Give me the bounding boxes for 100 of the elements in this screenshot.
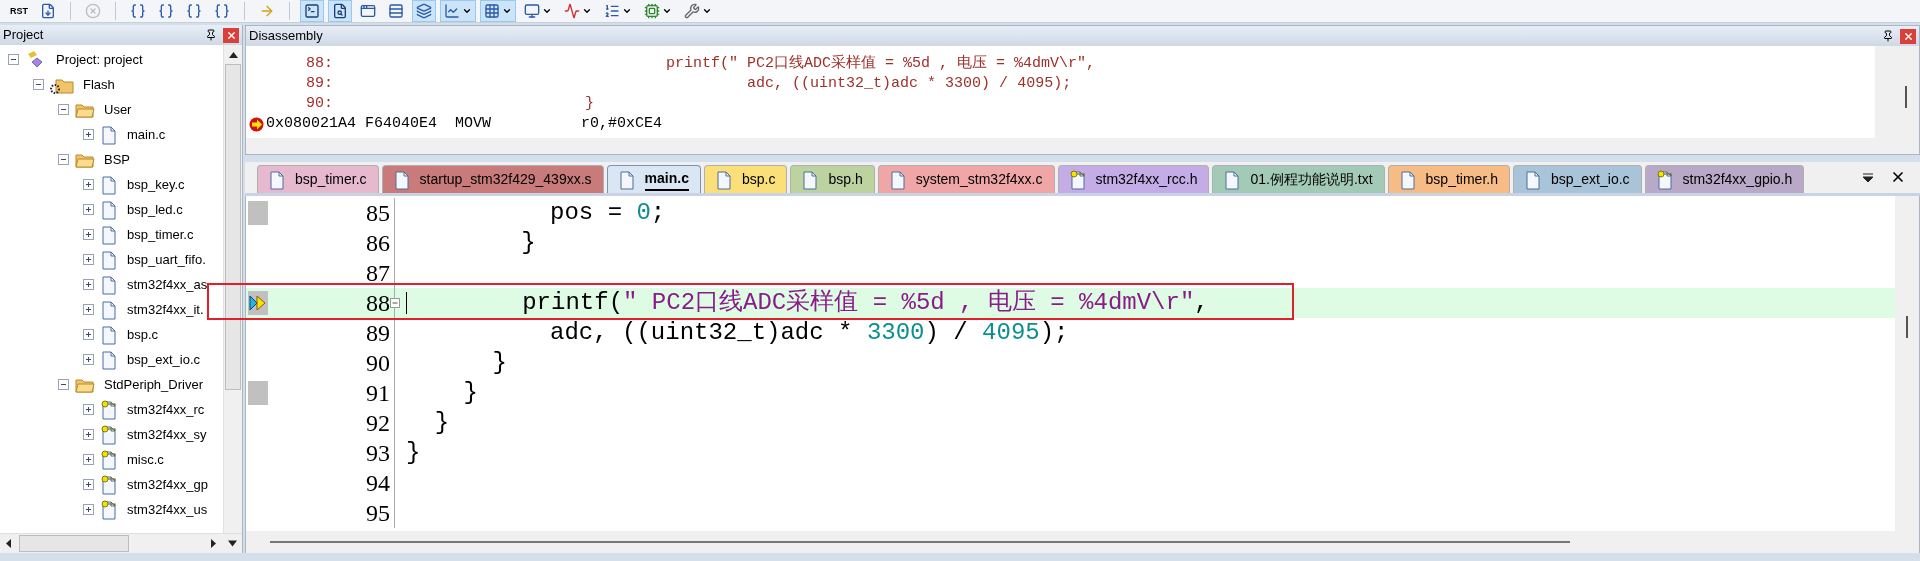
close-button[interactable] bbox=[223, 27, 239, 43]
expand-icon[interactable] bbox=[83, 179, 94, 190]
file-tab[interactable]: stm32f4xx_rcc.h bbox=[1057, 165, 1210, 193]
tree-item[interactable]: BSP bbox=[104, 149, 130, 170]
collapse-icon[interactable] bbox=[58, 379, 69, 390]
tree-item[interactable]: stm32f4xx_gp bbox=[127, 474, 208, 495]
tab-list-dropdown-icon[interactable] bbox=[1862, 173, 1874, 183]
collapse-icon[interactable] bbox=[58, 104, 69, 115]
tree-item[interactable]: Flash bbox=[83, 74, 115, 95]
source-line: adc, ((uint32_t)adc * 3300) / 4095); bbox=[746, 74, 1072, 94]
tree-item[interactable]: stm32f4xx_us bbox=[127, 499, 208, 520]
expand-icon[interactable] bbox=[83, 454, 94, 465]
close-button[interactable] bbox=[1900, 28, 1916, 44]
toolbar-button[interactable] bbox=[412, 0, 436, 22]
caret-icon bbox=[542, 6, 552, 16]
expand-icon[interactable] bbox=[83, 329, 94, 340]
tree-item[interactable]: bsp_ext_io.c bbox=[127, 349, 200, 370]
line-number: 95 bbox=[365, 499, 390, 528]
caret-icon bbox=[462, 6, 472, 16]
horizontal-scrollbar[interactable] bbox=[270, 541, 1570, 543]
toolbar-button[interactable] bbox=[440, 0, 476, 22]
caret-icon bbox=[502, 6, 512, 16]
file-icon bbox=[714, 169, 733, 190]
pin-icon[interactable] bbox=[1882, 30, 1894, 42]
file-icon bbox=[100, 299, 118, 320]
tree-item[interactable]: main.c bbox=[127, 124, 166, 145]
stop-icon bbox=[85, 3, 101, 19]
vertical-scrollbar[interactable] bbox=[223, 45, 242, 533]
locked-file-icon bbox=[100, 424, 118, 445]
folder-icon bbox=[75, 376, 95, 393]
collapse-icon[interactable] bbox=[8, 54, 19, 65]
file-tab[interactable]: startup_stm32f429_439xx.s bbox=[381, 165, 604, 193]
expand-icon[interactable] bbox=[83, 404, 94, 415]
toolbar-button[interactable] bbox=[300, 0, 324, 22]
tree-item[interactable]: misc.c bbox=[127, 449, 164, 470]
file-tab[interactable]: main.c bbox=[606, 165, 701, 193]
braces-icon bbox=[130, 3, 146, 19]
code-line: adc, ((uint32_t)adc * 3300) / 4095); bbox=[549, 318, 1069, 348]
file-icon bbox=[100, 274, 118, 295]
expand-icon[interactable] bbox=[83, 504, 94, 515]
tree-item[interactable]: User bbox=[104, 99, 132, 120]
scrollbar-thumb[interactable] bbox=[225, 64, 241, 390]
expand-icon[interactable] bbox=[83, 429, 94, 440]
document-search-icon bbox=[332, 3, 348, 19]
line-number: 94 bbox=[365, 469, 390, 498]
toolbar-button[interactable]: RST bbox=[6, 0, 32, 22]
tree-item[interactable]: stm32f4xx_rc bbox=[127, 399, 205, 420]
expand-icon[interactable] bbox=[83, 254, 94, 265]
file-tab[interactable]: bsp_ext_io.c bbox=[1512, 165, 1642, 193]
chip-icon bbox=[644, 3, 660, 19]
file-tab[interactable]: bsp_timer.c bbox=[257, 165, 379, 193]
toolbar-button[interactable] bbox=[480, 0, 516, 22]
expand-icon[interactable] bbox=[83, 354, 94, 365]
expand-icon[interactable] bbox=[83, 229, 94, 240]
arrow-right-icon bbox=[259, 3, 275, 19]
tree-item[interactable]: bsp_uart_fifo. bbox=[127, 249, 206, 270]
file-tab[interactable]: bsp.h bbox=[790, 165, 875, 193]
source-line-number: 90: bbox=[306, 94, 333, 114]
file-tab[interactable]: bsp_timer.h bbox=[1387, 165, 1510, 193]
file-tab[interactable]: system_stm32f4xx.c bbox=[877, 165, 1055, 193]
folder-icon bbox=[75, 151, 95, 168]
tree-item[interactable]: bsp_timer.c bbox=[127, 224, 194, 245]
file-icon bbox=[100, 224, 118, 245]
file-tab[interactable]: bsp.c bbox=[703, 165, 788, 193]
grid-icon bbox=[484, 3, 500, 19]
locked-file-icon bbox=[100, 449, 118, 470]
horizontal-scrollbar[interactable] bbox=[0, 533, 242, 553]
collapse-icon[interactable] bbox=[58, 154, 69, 165]
folder-icon bbox=[75, 101, 95, 118]
close-icon[interactable] bbox=[1890, 169, 1906, 185]
code-line: } bbox=[462, 378, 478, 408]
line-number: 88 bbox=[365, 289, 390, 318]
expand-icon[interactable] bbox=[83, 129, 94, 140]
file-tab[interactable]: 01.例程功能说明.txt bbox=[1212, 165, 1385, 193]
tree-item[interactable]: bsp.c bbox=[127, 324, 159, 345]
fold-collapse-icon[interactable] bbox=[389, 298, 400, 308]
expand-icon[interactable] bbox=[83, 304, 94, 315]
tree-item[interactable]: bsp_key.c bbox=[127, 174, 185, 195]
tree-item[interactable]: stm32f4xx_sy bbox=[127, 424, 207, 445]
line-number: 93 bbox=[365, 439, 390, 468]
tree-item[interactable]: stm32f4xx_it. bbox=[127, 299, 204, 320]
tree-item[interactable]: StdPeriph_Driver bbox=[104, 374, 203, 395]
locked-file-icon bbox=[100, 399, 118, 420]
expand-icon[interactable] bbox=[83, 204, 94, 215]
expand-icon[interactable] bbox=[83, 479, 94, 490]
tree-item[interactable]: stm32f4xx_as bbox=[127, 274, 208, 295]
toolbar-button[interactable] bbox=[328, 0, 352, 22]
file-icon bbox=[268, 169, 286, 190]
collapse-icon[interactable] bbox=[33, 79, 44, 90]
expand-icon[interactable] bbox=[83, 279, 94, 290]
tree-item[interactable]: bsp_led.c bbox=[127, 199, 183, 220]
file-icon bbox=[1523, 169, 1542, 190]
scroll-up-icon[interactable] bbox=[228, 51, 238, 58]
pin-icon[interactable] bbox=[205, 29, 217, 41]
tree-item[interactable]: Project: project bbox=[56, 49, 143, 70]
scrollbar-thumb[interactable] bbox=[19, 535, 129, 552]
code-line: } bbox=[520, 228, 536, 258]
file-tab[interactable]: stm32f4xx_gpio.h bbox=[1644, 165, 1805, 193]
pulse-icon bbox=[564, 3, 580, 19]
locked-file-icon bbox=[100, 499, 118, 520]
